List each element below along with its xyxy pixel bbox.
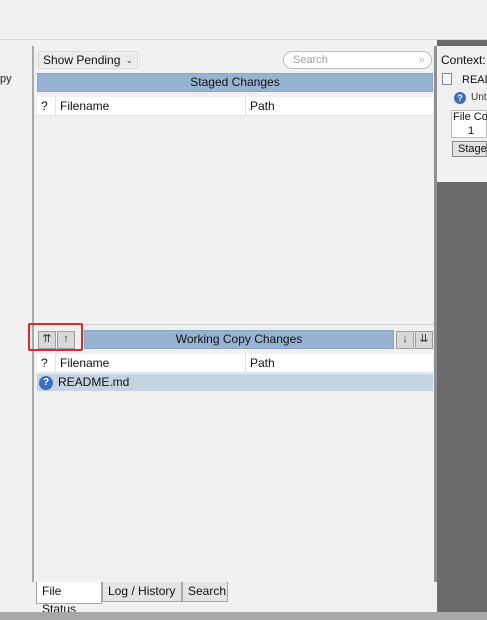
highlight-annotation xyxy=(28,323,83,351)
search-placeholder: Search xyxy=(293,54,328,66)
working-path-column[interactable]: Path xyxy=(250,354,275,372)
top-toolbar-area xyxy=(0,0,487,40)
stage-button[interactable]: ↓ xyxy=(396,331,414,349)
context-label: Context: xyxy=(441,53,486,67)
context-column-value: 1 xyxy=(468,125,475,137)
show-pending-dropdown[interactable]: Show Pending ⌄ xyxy=(38,51,138,69)
tab-log-history[interactable]: Log / History xyxy=(102,582,182,602)
table-row[interactable]: ? README.md xyxy=(37,374,433,391)
file-icon xyxy=(442,73,452,85)
working-copy-changes-header: Working Copy Changes xyxy=(84,330,394,349)
column-divider xyxy=(55,97,56,115)
working-status-column[interactable]: ? xyxy=(41,354,48,372)
stage-all-button[interactable]: ⇊ xyxy=(415,331,433,349)
question-mark-icon: ? xyxy=(39,376,53,390)
question-mark-icon: ? xyxy=(454,92,466,104)
column-divider xyxy=(245,354,246,372)
staged-filename-column[interactable]: Filename xyxy=(60,97,109,115)
chevron-down-icon: ⌄ xyxy=(125,55,133,65)
left-splitter[interactable] xyxy=(32,46,34,582)
search-input[interactable]: Search ⌕ xyxy=(283,51,432,69)
working-file-list[interactable] xyxy=(37,373,433,578)
tab-search[interactable]: Search xyxy=(182,582,228,602)
staged-file-list[interactable] xyxy=(37,116,433,324)
working-column-headers: ? Filename Path xyxy=(37,354,433,373)
arrow-down-icon: ↓ xyxy=(402,333,408,345)
working-filename-column[interactable]: Filename xyxy=(60,354,109,372)
context-file-status: Unt xyxy=(471,92,487,103)
context-column-header: File Co xyxy=(453,111,487,123)
context-file-name[interactable]: READ xyxy=(462,74,487,86)
column-divider xyxy=(55,354,56,372)
show-pending-label: Show Pending xyxy=(43,53,121,67)
tab-file-status[interactable]: File Status xyxy=(36,582,102,616)
magnifier-icon: ⌕ xyxy=(418,54,425,66)
staged-path-column[interactable]: Path xyxy=(250,97,275,115)
staged-column-headers: ? Filename Path xyxy=(37,97,433,116)
double-arrow-down-icon: ⇊ xyxy=(419,333,429,345)
left-pane-partial-label: py xyxy=(0,73,12,85)
status-bar xyxy=(0,612,487,620)
staged-status-column[interactable]: ? xyxy=(41,97,48,115)
file-name: README.md xyxy=(58,375,130,389)
context-stage-button[interactable]: Stage xyxy=(452,141,487,157)
staged-changes-header: Staged Changes xyxy=(37,73,433,92)
staged-working-splitter[interactable] xyxy=(34,324,434,328)
column-divider xyxy=(245,97,246,115)
